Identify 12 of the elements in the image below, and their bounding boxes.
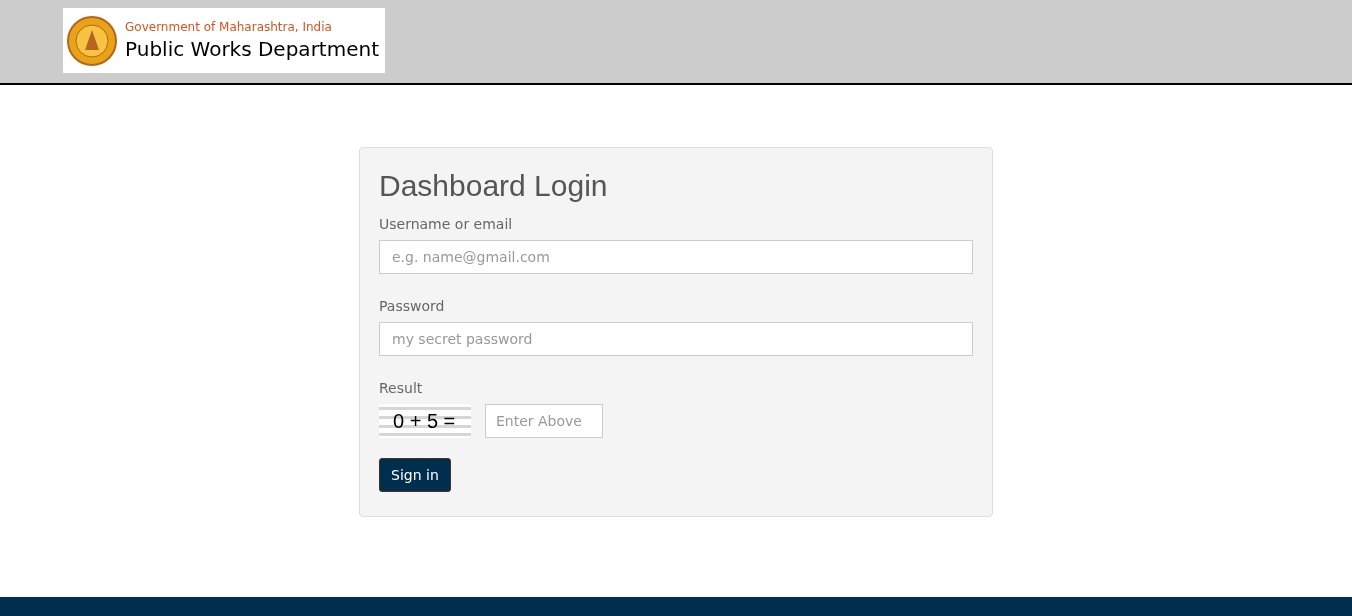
logo-subtitle: Government of Maharashtra, India: [125, 18, 333, 35]
field-label: Username or email: [379, 215, 514, 234]
input-field[interactable]: e.g. name@gmail.com: [379, 240, 973, 274]
login-title: Dashboard Login: [379, 168, 609, 204]
field-label: Result: [379, 379, 424, 398]
field-label: Password: [379, 297, 446, 316]
logo-title: Public Works Department: [125, 35, 379, 63]
captcha-image: 0 + 5 =: [379, 404, 471, 438]
input-field[interactable]: my secret password: [379, 322, 973, 356]
sign-in-button[interactable]: Sign in: [379, 458, 451, 492]
emblem-icon: [67, 15, 117, 66]
captcha-input[interactable]: Enter Above: [485, 404, 603, 438]
